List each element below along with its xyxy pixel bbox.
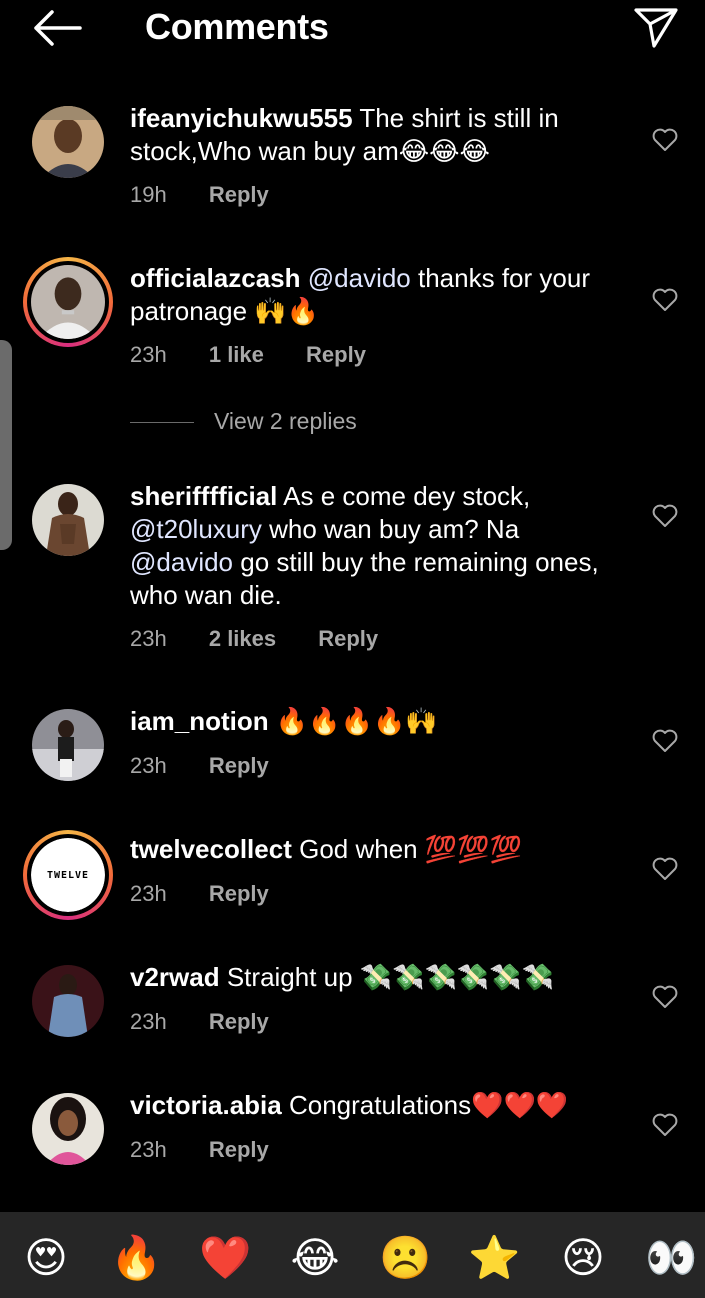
page-title: Comments xyxy=(145,6,329,47)
reply-button[interactable]: Reply xyxy=(318,626,378,651)
likes-count[interactable]: 2 likes xyxy=(209,626,276,651)
star-emoji-icon[interactable]: ⭐ xyxy=(468,1232,520,1284)
mention-link[interactable]: @davido xyxy=(130,547,233,577)
divider xyxy=(130,422,194,424)
tears-of-joy-emoji-icon[interactable]: 😂 xyxy=(289,1232,341,1284)
heart-icon[interactable] xyxy=(652,729,678,753)
edge-handle[interactable] xyxy=(0,340,12,550)
avatar[interactable]: TWELVE xyxy=(23,830,113,920)
heart-icon[interactable] xyxy=(652,1113,678,1137)
comment-time: 23h xyxy=(130,342,167,367)
red-heart-emoji-icon[interactable]: ❤️ xyxy=(199,1232,251,1284)
comment-time: 23h xyxy=(130,1137,167,1162)
avatar[interactable] xyxy=(32,106,104,178)
eyes-emoji-icon[interactable]: 👀 xyxy=(645,1232,697,1284)
brand-logo: TWELVE xyxy=(31,838,105,912)
avatar[interactable] xyxy=(23,257,113,347)
comment-username[interactable]: v2rwad xyxy=(130,962,220,992)
comment-text: 🔥🔥🔥🔥🙌 xyxy=(275,706,438,736)
reply-button[interactable]: Reply xyxy=(209,1137,269,1162)
comment-username[interactable]: officialazcash xyxy=(130,263,301,293)
avatar[interactable] xyxy=(32,484,104,556)
reply-button[interactable]: Reply xyxy=(209,881,269,906)
comment-time: 23h xyxy=(130,626,167,651)
comment-username[interactable]: sherifffficial xyxy=(130,481,277,511)
comment-username[interactable]: ifeanyichukwu555 xyxy=(130,103,353,133)
emoji-bar: 😍 🔥 ❤️ 😂 ☹️ ⭐ 😢 👀 xyxy=(0,1212,705,1298)
reply-button[interactable]: Reply xyxy=(209,753,269,778)
comment-text: Congratulations❤️❤️❤️ xyxy=(288,1090,569,1120)
heart-icon[interactable] xyxy=(652,288,678,312)
comment-username[interactable]: twelvecollect xyxy=(130,834,292,864)
comment-text: Straight up 💸💸💸💸💸💸 xyxy=(226,962,555,992)
comment-username[interactable]: victoria.abia xyxy=(130,1090,282,1120)
heart-icon[interactable] xyxy=(652,504,678,528)
reply-button[interactable]: Reply xyxy=(306,342,366,367)
reply-button[interactable]: Reply xyxy=(209,182,269,207)
view-replies-button[interactable]: View 2 replies xyxy=(130,408,357,435)
comment-time: 23h xyxy=(130,753,167,778)
reply-button[interactable]: Reply xyxy=(209,1009,269,1034)
avatar[interactable] xyxy=(32,965,104,1037)
mention-link[interactable]: @t20luxury xyxy=(130,514,262,544)
avatar[interactable] xyxy=(32,1093,104,1165)
comment-time: 19h xyxy=(130,182,167,207)
comment-time: 23h xyxy=(130,1009,167,1034)
comment-time: 23h xyxy=(130,881,167,906)
likes-count[interactable]: 1 like xyxy=(209,342,264,367)
fire-emoji-icon[interactable]: 🔥 xyxy=(110,1232,162,1284)
comment-text: who wan buy am? Na xyxy=(269,514,520,544)
avatar[interactable] xyxy=(32,709,104,781)
heart-icon[interactable] xyxy=(652,128,678,152)
heart-eyes-emoji-icon[interactable]: 😍 xyxy=(20,1232,72,1284)
heart-icon[interactable] xyxy=(652,857,678,881)
comment-username[interactable]: iam_notion xyxy=(130,706,269,736)
comment-text: God when 💯💯💯 xyxy=(299,834,522,864)
paper-plane-icon[interactable] xyxy=(632,4,680,50)
heart-icon[interactable] xyxy=(652,985,678,1009)
comment-text: As e come dey stock, xyxy=(283,481,531,511)
frowning-face-emoji-icon[interactable]: ☹️ xyxy=(379,1232,431,1284)
crying-face-emoji-icon[interactable]: 😢 xyxy=(557,1232,609,1284)
header: Comments xyxy=(0,0,705,56)
arrow-left-icon[interactable] xyxy=(30,6,84,50)
mention-link[interactable]: @davido xyxy=(308,263,411,293)
